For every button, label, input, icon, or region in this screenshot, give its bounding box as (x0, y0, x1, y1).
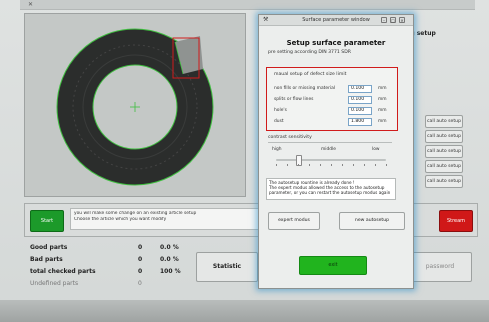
start-button[interactable]: Start (30, 210, 64, 232)
dialog-heading: Setup surface parameter (286, 39, 386, 47)
undefined-parts-count: 0 (138, 280, 142, 287)
slider-tick (320, 164, 321, 166)
password-button[interactable]: password (408, 252, 472, 282)
contrast-high-label: high (272, 147, 282, 152)
contrast-sensitivity-group: contrast sensitivity high middle low (266, 133, 396, 173)
part-image (25, 14, 245, 196)
main-application: ✕ ing setup call auto setup call auto se… (0, 0, 489, 322)
maximize-icon[interactable]: □ (390, 17, 396, 23)
close-icon[interactable]: ✕ (28, 0, 33, 9)
limit-unit: mm (378, 97, 387, 102)
undefined-parts-row: Undefined parts 0 (30, 280, 190, 287)
surface-parameter-dialog: ⚒ Surface parameter window – □ ✕ Setup s… (258, 14, 414, 289)
limit-unit: mm (378, 108, 387, 113)
call-auto-setup-button-2[interactable]: call auto setup (425, 130, 463, 143)
defect-size-limits-group: maual setup of defect size limit non fil… (266, 67, 398, 131)
limit-row-non-fills: non fills or missing material mm (274, 85, 394, 94)
good-parts-percent: 0.0 % (160, 244, 179, 251)
contrast-low-label: low (372, 147, 380, 152)
limits-title: maual setup of defect size limit (274, 72, 347, 77)
info-message: you will make some change on an existing… (70, 208, 260, 230)
autosetup-message: The autosetup rountine is already done !… (266, 178, 396, 200)
limit-row-dust: dust mm (274, 118, 394, 127)
slider-tick (353, 164, 354, 166)
total-parts-count: 0 (138, 268, 143, 275)
limit-unit: mm (378, 119, 387, 124)
call-auto-setup-button-4[interactable]: call auto setup (425, 160, 463, 173)
dust-input[interactable] (348, 118, 372, 126)
slider-tick (276, 164, 277, 166)
limit-row-splits: splits or flow lines mm (274, 96, 394, 105)
bad-parts-row: Bad parts 0 0.0 % (30, 256, 190, 263)
limit-label: splits or flow lines (274, 97, 314, 102)
statistic-button[interactable]: Statistic (196, 252, 258, 282)
statistics-panel: Good parts 0 0.0 % Bad parts 0 0.0 % tot… (24, 238, 192, 293)
bad-parts-label: Bad parts (30, 256, 63, 263)
taskbar (0, 300, 489, 322)
undefined-parts-label: Undefined parts (30, 280, 79, 287)
message-line: parameter, or you can restart the autose… (269, 190, 391, 196)
limit-label: dust (274, 119, 284, 124)
stop-button[interactable]: Stream (439, 210, 473, 232)
new-autosetup-button[interactable]: new autosetup (339, 212, 405, 230)
slider-tick (309, 164, 310, 166)
contrast-title: contrast sensitivity (268, 135, 312, 140)
good-parts-row: Good parts 0 0.0 % (30, 244, 190, 251)
call-auto-setup-button-3[interactable]: call auto setup (425, 145, 463, 158)
info-line: Choose the article which you want modify (74, 217, 167, 222)
slider-tick (386, 164, 387, 166)
limit-label: hole's (274, 108, 287, 113)
exit-button[interactable]: exit (299, 256, 367, 275)
expert-modus-button[interactable]: expert modus (268, 212, 320, 230)
splits-input[interactable] (348, 96, 372, 104)
limit-row-holes: hole's mm (274, 107, 394, 116)
slider-tick (287, 164, 288, 166)
slider-tick (331, 164, 332, 166)
limit-label: non fills or missing material (274, 86, 336, 91)
slider-tick (375, 164, 376, 166)
bad-parts-percent: 0.0 % (160, 256, 179, 263)
good-parts-count: 0 (138, 244, 143, 251)
total-parts-row: total checked parts 0 100 % (30, 268, 190, 275)
contrast-slider-track[interactable] (276, 159, 386, 161)
call-auto-setup-button-5[interactable]: call auto setup (425, 175, 463, 188)
holes-input[interactable] (348, 107, 372, 115)
good-parts-label: Good parts (30, 244, 68, 251)
preset-text: pre setting according DIN 3771 SDR (268, 50, 351, 55)
dialog-titlebar[interactable]: ⚒ Surface parameter window – □ ✕ (259, 15, 413, 26)
total-parts-percent: 100 % (160, 268, 181, 275)
minimize-icon[interactable]: – (381, 17, 387, 23)
total-parts-label: total checked parts (30, 268, 96, 275)
limit-unit: mm (378, 86, 387, 91)
contrast-middle-label: middle (321, 147, 336, 152)
call-auto-setup-button-1[interactable]: call auto setup (425, 115, 463, 128)
close-icon[interactable]: ✕ (399, 17, 405, 23)
bad-parts-count: 0 (138, 256, 143, 263)
contrast-slider-handle[interactable] (296, 155, 302, 166)
app-titlebar: ✕ (20, 0, 475, 10)
camera-view (24, 13, 246, 197)
separator (268, 142, 392, 143)
slider-tick (364, 164, 365, 166)
slider-tick (298, 164, 299, 166)
slider-tick (342, 164, 343, 166)
non-fills-input[interactable] (348, 85, 372, 93)
